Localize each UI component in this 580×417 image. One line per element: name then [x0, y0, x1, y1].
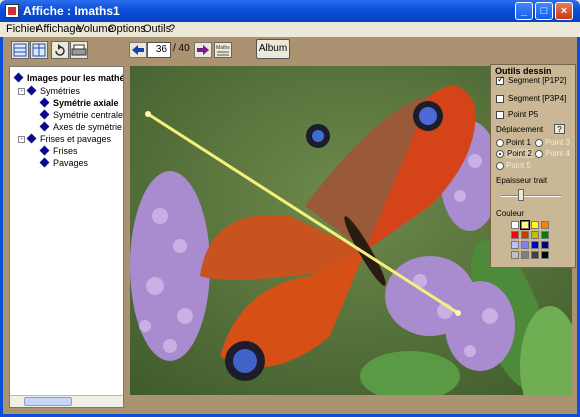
tree-item-symetrie-centrale[interactable]: Symétrie centrale [39, 109, 123, 120]
page-icon [39, 109, 50, 120]
menu-bar: Fichier Affichage Volume Options Outils … [0, 22, 580, 37]
page-total: / 40 [173, 43, 190, 54]
svg-text:Maths: Maths [216, 45, 230, 51]
color-swatch[interactable] [521, 231, 529, 239]
color-swatch[interactable] [541, 221, 549, 229]
point5-label: Point 5 [506, 161, 531, 170]
drawing-tools-panel: Outils dessin Segment [P1P2] Segment [P3… [490, 64, 576, 268]
couleur-label: Couleur [496, 209, 525, 218]
thickness-slider-track[interactable] [501, 195, 561, 197]
color-swatch[interactable] [531, 251, 539, 259]
segment-p1p2-label: Segment [P1P2] [508, 76, 567, 85]
split-view-icon[interactable] [30, 41, 48, 59]
point-p2[interactable] [455, 310, 461, 316]
point-p5-checkbox[interactable] [496, 111, 504, 119]
color-swatch[interactable] [541, 231, 549, 239]
epaisseur-label: Epaisseur trait [496, 176, 548, 185]
color-swatch[interactable] [531, 241, 539, 249]
thickness-slider-thumb[interactable] [518, 189, 524, 201]
maths-tool-icon[interactable]: Maths [214, 42, 232, 58]
color-swatch[interactable] [521, 241, 529, 249]
tree-panel[interactable]: Images pour les mathé - Symétries Symétr… [9, 66, 124, 408]
color-swatch[interactable] [531, 221, 539, 229]
minimize-button[interactable]: _ [515, 2, 533, 20]
collapse-icon[interactable]: - [18, 136, 25, 143]
point4-label: Point 4 [545, 149, 570, 158]
folder-icon [26, 133, 37, 144]
tree-item-pavages[interactable]: Pavages [39, 157, 88, 168]
folder-icon [26, 85, 37, 96]
color-swatch[interactable] [521, 251, 529, 259]
menu-outils[interactable]: Outils [143, 23, 171, 35]
maximize-button[interactable]: □ [535, 2, 553, 20]
page-icon [39, 121, 50, 132]
menu-affichage[interactable]: Affichage [36, 23, 82, 35]
segment-p1p2-checkbox[interactable] [496, 74, 505, 85]
color-swatch[interactable] [511, 221, 519, 229]
color-swatch[interactable] [511, 241, 519, 249]
album-button[interactable]: Album [256, 39, 290, 59]
folder-icon [13, 72, 24, 83]
point5-radio[interactable] [496, 162, 504, 170]
previous-page-button[interactable] [129, 42, 147, 58]
rotate-icon[interactable] [51, 41, 69, 59]
menu-help[interactable]: ? [169, 23, 175, 35]
app-icon [5, 4, 19, 18]
help-button[interactable]: ? [554, 124, 565, 134]
point4-radio[interactable] [535, 150, 543, 158]
window-title: Affiche : Imaths1 [23, 4, 120, 18]
point3-radio[interactable] [535, 139, 543, 147]
deplacement-label: Déplacement [496, 125, 544, 134]
tree-horizontal-scrollbar[interactable] [10, 395, 123, 407]
close-button[interactable]: × [555, 2, 573, 20]
point-p5-label: Point P5 [508, 110, 539, 119]
point2-radio[interactable] [496, 150, 504, 158]
page-icon [39, 145, 50, 156]
title-bar: Affiche : Imaths1 _ □ × [0, 0, 580, 22]
point1-radio[interactable] [496, 139, 504, 147]
segment-p3p4-checkbox[interactable] [496, 95, 504, 103]
page-number-input[interactable]: 36 [147, 42, 171, 58]
color-swatch[interactable] [541, 241, 549, 249]
tree-item-frises[interactable]: Frises [39, 145, 78, 156]
tree-item-symetries[interactable]: - Symétries [18, 85, 80, 96]
next-page-button[interactable] [194, 42, 212, 58]
scrollbar-thumb[interactable] [24, 397, 72, 406]
menu-options[interactable]: Options [108, 23, 146, 35]
color-swatch[interactable] [511, 251, 519, 259]
point-p1[interactable] [145, 111, 151, 117]
collapse-icon[interactable]: - [18, 88, 25, 95]
point1-label: Point 1 [506, 138, 531, 147]
page-icon [39, 97, 50, 108]
tree-item-symetrie-axiale[interactable]: Symétrie axiale [39, 97, 119, 108]
color-swatch[interactable] [541, 251, 549, 259]
segment-p3p4-label: Segment [P3P4] [508, 94, 567, 103]
tree-root[interactable]: Images pour les mathé [13, 72, 123, 83]
point2-label: Point 2 [506, 149, 533, 158]
color-swatch[interactable] [520, 220, 530, 230]
tree-item-axes-symetrie[interactable]: Axes de symétrie [39, 121, 122, 132]
tree-item-frises-pavages[interactable]: - Frises et pavages [18, 133, 111, 144]
print-icon[interactable] [70, 41, 88, 59]
point3-label: Point 3 [545, 138, 570, 147]
menu-fichier[interactable]: Fichier [6, 23, 39, 35]
color-swatch[interactable] [511, 231, 519, 239]
single-view-icon[interactable] [11, 41, 29, 59]
toolbar: 36 / 40 Maths Album [3, 37, 577, 63]
color-swatch[interactable] [531, 231, 539, 239]
page-icon [39, 157, 50, 168]
